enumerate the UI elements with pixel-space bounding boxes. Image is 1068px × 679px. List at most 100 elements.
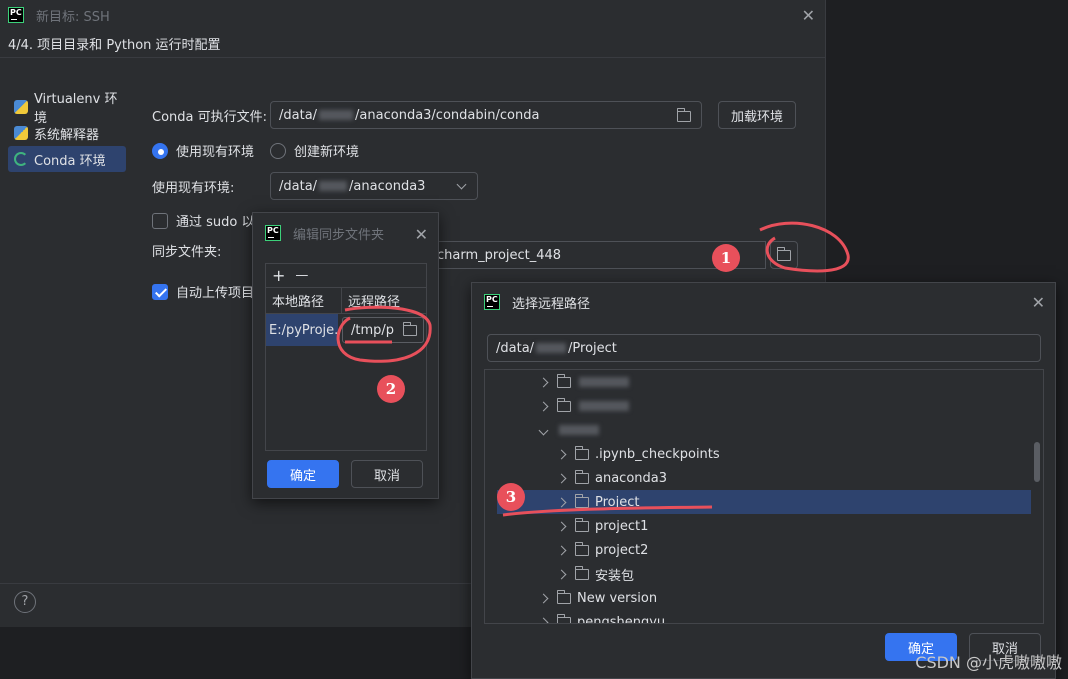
auto-upload-checkbox[interactable] <box>152 283 168 300</box>
redacted-text <box>579 401 629 411</box>
chevron-right-icon[interactable] <box>538 377 548 387</box>
sidebar-item-label: Conda 环境 <box>34 153 106 169</box>
sync-titlebar: PC 编辑同步文件夹 ✕ <box>253 213 438 253</box>
chevron-down-icon <box>456 179 467 190</box>
conda-exec-field[interactable]: /data/ /anaconda3/condabin/conda <box>270 101 702 129</box>
create-new-radio[interactable] <box>270 142 287 159</box>
chevron-right-icon[interactable] <box>538 401 548 411</box>
chevron-right-icon[interactable] <box>556 449 566 459</box>
redacted-text <box>319 181 348 191</box>
close-icon[interactable]: ✕ <box>1032 293 1045 312</box>
folder-icon <box>574 541 589 556</box>
load-env-button[interactable]: 加载环境 <box>718 101 797 129</box>
folder-browse-icon[interactable] <box>676 108 691 122</box>
main-dialog-title: 新目标: SSH <box>36 9 110 25</box>
remove-icon[interactable]: — <box>295 268 308 283</box>
local-path-cell[interactable]: E:/pyProje.. <box>266 314 338 346</box>
conda-exec-suffix: /anaconda3/condabin/conda <box>355 107 540 123</box>
folder-icon <box>574 517 589 532</box>
sync-folder-browse-button[interactable] <box>770 241 798 269</box>
remote-path-editor[interactable]: /tmp/p <box>342 317 424 343</box>
conda-icon <box>14 152 28 166</box>
sync-folders-table: + — 本地路径 远程路径 E:/pyProje.. /tmp/p <box>265 263 427 451</box>
folder-browse-icon[interactable] <box>402 321 417 336</box>
tree-item-selected[interactable]: Project <box>497 490 1031 514</box>
pycharm-logo-icon: PC <box>8 7 24 23</box>
existing-env-select[interactable]: /data/ /anaconda3 <box>270 172 478 200</box>
chevron-down-icon[interactable] <box>538 425 548 435</box>
remote-file-tree: .ipynb_checkpoints anaconda3 Project pro… <box>484 369 1044 624</box>
sidebar-item-label: Virtualenv 环境 <box>33 92 118 126</box>
col-remote-path[interactable]: 远程路径 <box>342 288 426 313</box>
watermark: CSDN @小虎嗷嗷嗷 <box>915 653 1062 672</box>
conda-exec-label: Conda 可执行文件: <box>152 109 268 125</box>
tree-item[interactable]: project2 <box>485 538 1043 562</box>
python-icon <box>14 100 28 114</box>
remote-dialog-title: 选择远程路径 <box>512 296 591 312</box>
existing-env-suffix: /anaconda3 <box>349 178 426 194</box>
pycharm-logo-icon: PC <box>265 225 281 241</box>
conda-exec-prefix: /data/ <box>279 107 318 123</box>
sync-dialog-title: 编辑同步文件夹 <box>293 227 385 243</box>
main-titlebar: PC 新目标: SSH ✕ <box>0 0 825 30</box>
use-existing-radio[interactable] <box>152 142 168 159</box>
chevron-right-icon[interactable] <box>556 497 566 507</box>
redacted-text <box>579 377 629 387</box>
chevron-right-icon[interactable] <box>538 593 548 603</box>
tree-item-label: .ipynb_checkpoints <box>595 446 720 462</box>
chevron-right-icon[interactable] <box>556 545 566 555</box>
create-new-label: 创建新环境 <box>294 145 360 160</box>
tree-item-label: project1 <box>595 518 649 534</box>
tree-item[interactable]: anaconda3 <box>485 466 1043 490</box>
auto-upload-label: 自动上传项目 <box>176 286 255 301</box>
chevron-right-icon[interactable] <box>556 473 566 483</box>
annotation-badge-2: 2 <box>377 375 405 403</box>
chevron-right-icon[interactable] <box>556 569 566 579</box>
sync-folder-value: charm_project_448 <box>437 247 562 263</box>
path-prefix: /data/ <box>496 340 535 356</box>
annotation-badge-1: 1 <box>712 244 740 272</box>
tree-item[interactable]: 安装包 <box>485 562 1043 586</box>
help-icon[interactable]: ? <box>14 591 36 613</box>
remote-titlebar: PC 选择远程路径 ✕ <box>472 283 1055 321</box>
sidebar-item-label: 系统解释器 <box>34 127 100 143</box>
remote-path-value: /tmp/p <box>351 322 395 338</box>
table-header: 本地路径 远程路径 <box>266 288 426 314</box>
sudo-checkbox[interactable] <box>152 212 168 229</box>
col-local-path[interactable]: 本地路径 <box>266 288 342 313</box>
edit-sync-folders-dialog: PC 编辑同步文件夹 ✕ + — 本地路径 远程路径 E:/pyProje.. … <box>252 212 439 499</box>
close-icon[interactable]: ✕ <box>415 225 428 244</box>
table-row[interactable]: E:/pyProje.. /tmp/p <box>266 314 426 346</box>
sync-cancel-button[interactable]: 取消 <box>351 460 423 488</box>
tree-item-label: 安装包 <box>595 568 635 584</box>
remote-path-input[interactable]: /data/ /Project <box>487 334 1041 362</box>
tree-item[interactable] <box>485 394 1043 418</box>
tree-item[interactable]: New version <box>485 586 1043 610</box>
remote-path-cell[interactable]: /tmp/p <box>338 314 426 346</box>
chevron-right-icon[interactable] <box>538 617 548 623</box>
tree-item[interactable] <box>485 370 1043 394</box>
existing-env-prefix: /data/ <box>279 178 318 194</box>
pycharm-logo-icon: PC <box>484 294 500 310</box>
folder-icon <box>574 469 589 484</box>
tree-scrollbar[interactable] <box>1034 442 1040 482</box>
sidebar-item-virtualenv[interactable]: Virtualenv 环境 <box>8 92 130 126</box>
tree-item[interactable]: project1 <box>485 514 1043 538</box>
redacted-text <box>536 343 567 353</box>
tree-item-label: project2 <box>595 542 649 558</box>
python-icon <box>14 126 28 140</box>
tree-item-label: New version <box>577 590 658 606</box>
tree-item-label: Project <box>595 494 640 510</box>
add-icon[interactable]: + <box>272 266 285 285</box>
existing-env-label: 使用现有环境: <box>152 180 235 196</box>
folder-icon <box>574 565 589 580</box>
sidebar-item-conda[interactable]: Conda 环境 <box>8 146 126 172</box>
close-icon[interactable]: ✕ <box>802 6 815 25</box>
tree-item[interactable]: pengshengyu <box>485 610 1043 623</box>
tree-item[interactable] <box>485 418 1043 442</box>
folder-icon <box>556 589 571 604</box>
sync-ok-button[interactable]: 确定 <box>267 460 339 488</box>
tree-item-label: anaconda3 <box>595 470 668 486</box>
tree-item[interactable]: .ipynb_checkpoints <box>485 442 1043 466</box>
chevron-right-icon[interactable] <box>556 521 566 531</box>
